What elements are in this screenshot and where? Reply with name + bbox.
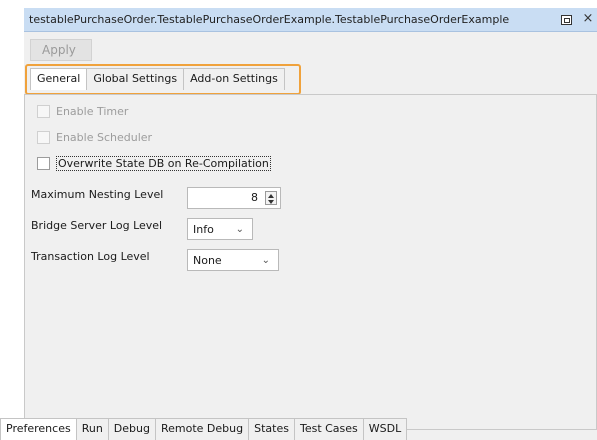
tab-global-settings[interactable]: Global Settings bbox=[86, 68, 185, 90]
enable-timer-label: Enable Timer bbox=[56, 104, 129, 118]
spinner-up-icon[interactable] bbox=[268, 194, 274, 198]
overwrite-state-db-checkbox[interactable] bbox=[37, 156, 50, 170]
tab-debug[interactable]: Debug bbox=[107, 418, 156, 440]
tab-add-on-settings[interactable]: Add-on Settings bbox=[183, 68, 285, 90]
spinner-down-icon[interactable] bbox=[268, 200, 274, 204]
tab-run[interactable]: Run bbox=[75, 418, 109, 440]
enable-timer-row: Enable Timer bbox=[37, 103, 128, 119]
general-settings-content: Enable Timer Enable Scheduler Overwrite … bbox=[24, 94, 597, 430]
chevron-down-icon: ⌄ bbox=[261, 255, 270, 266]
bridge-server-log-level-label: Bridge Server Log Level bbox=[31, 219, 163, 232]
bridge-server-log-level-select[interactable]: Info ⌄ bbox=[187, 218, 253, 240]
enable-scheduler-checkbox[interactable] bbox=[37, 130, 50, 144]
preferences-panel: Apply General Global Settings Add-on Set… bbox=[24, 32, 597, 440]
enable-timer-checkbox[interactable] bbox=[37, 104, 50, 118]
overwrite-state-db-label: Overwrite State DB on Re-Compilation bbox=[56, 155, 271, 171]
transaction-log-level-value: None bbox=[193, 254, 222, 267]
chevron-down-icon: ⌄ bbox=[235, 224, 244, 235]
tab-general[interactable]: General bbox=[30, 68, 88, 90]
max-nesting-level-value: 8 bbox=[251, 191, 258, 204]
settings-tabs: General Global Settings Add-on Settings bbox=[30, 68, 285, 90]
spinner-buttons[interactable] bbox=[265, 191, 277, 205]
tab-wsdl[interactable]: WSDL bbox=[362, 418, 408, 440]
tab-states[interactable]: States bbox=[248, 418, 295, 440]
max-nesting-level-spinner[interactable]: 8 bbox=[187, 187, 281, 209]
tab-test-cases[interactable]: Test Cases bbox=[293, 418, 364, 440]
window-titlebar: testablePurchaseOrder.TestablePurchaseOr… bbox=[24, 8, 597, 32]
max-nesting-level-label: Maximum Nesting Level bbox=[31, 188, 164, 201]
apply-button[interactable]: Apply bbox=[30, 39, 92, 61]
tab-preferences[interactable]: Preferences bbox=[0, 418, 77, 440]
tab-remote-debug[interactable]: Remote Debug bbox=[154, 418, 250, 440]
bridge-server-log-level-value: Info bbox=[193, 223, 214, 236]
enable-scheduler-row: Enable Scheduler bbox=[37, 129, 152, 145]
overwrite-state-db-row: Overwrite State DB on Re-Compilation bbox=[37, 155, 271, 171]
restore-window-icon[interactable] bbox=[561, 15, 572, 25]
close-icon[interactable]: × bbox=[581, 11, 595, 27]
transaction-log-level-select[interactable]: None ⌄ bbox=[187, 249, 279, 271]
window-title: testablePurchaseOrder.TestablePurchaseOr… bbox=[29, 13, 510, 26]
transaction-log-level-label: Transaction Log Level bbox=[31, 250, 150, 263]
enable-scheduler-label: Enable Scheduler bbox=[56, 130, 153, 144]
bottom-tabs: Preferences Run Debug Remote Debug State… bbox=[0, 418, 408, 440]
